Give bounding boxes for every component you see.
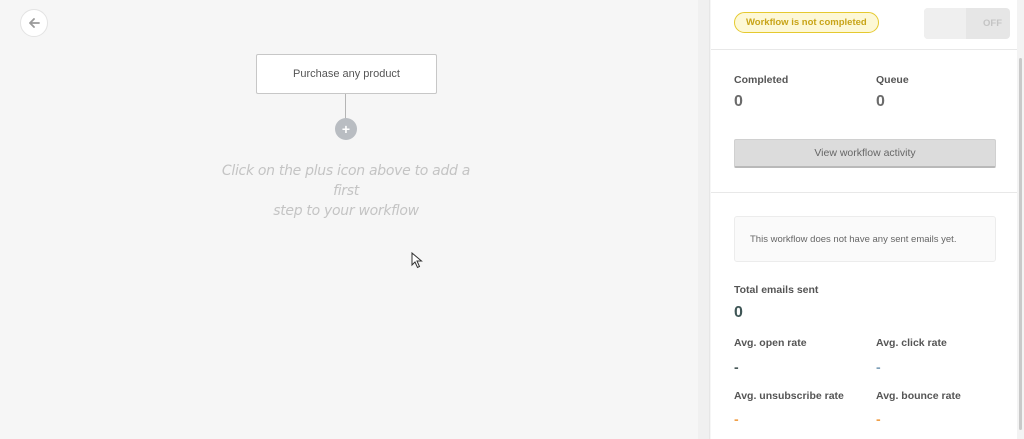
avg-bounce-rate-label: Avg. bounce rate xyxy=(876,390,961,402)
avg-unsubscribe-rate-label: Avg. unsubscribe rate xyxy=(734,390,844,402)
hint-line-1: Click on the plus icon above to add a fi… xyxy=(221,163,471,199)
queue-label: Queue xyxy=(876,74,909,86)
total-emails-sent-label: Total emails sent xyxy=(734,284,819,296)
back-button[interactable] xyxy=(20,9,48,37)
avg-bounce-rate-value: - xyxy=(876,411,881,427)
status-badge-label: Workflow is not completed xyxy=(746,17,867,28)
hint-line-2: step to your workflow xyxy=(273,203,419,219)
trigger-step-label: Purchase any product xyxy=(292,68,400,80)
avg-click-rate-label: Avg. click rate xyxy=(876,337,947,349)
panel-scrollbar-thumb[interactable] xyxy=(1019,58,1022,430)
completed-label: Completed xyxy=(734,74,789,86)
avg-open-rate-label: Avg. open rate xyxy=(734,337,807,349)
arrow-left-icon xyxy=(28,18,40,28)
avg-click-rate-value: - xyxy=(876,359,881,375)
empty-workflow-hint: Click on the plus icon above to add a fi… xyxy=(210,161,482,221)
toggle-label: OFF xyxy=(983,18,1002,29)
view-workflow-activity-label: View workflow activity xyxy=(814,147,916,159)
view-workflow-activity-button[interactable]: View workflow activity xyxy=(734,139,996,168)
mouse-cursor-icon xyxy=(411,252,423,269)
toggle-knob xyxy=(924,8,966,39)
status-badge: Workflow is not completed xyxy=(734,12,879,33)
completed-value: 0 xyxy=(734,93,743,110)
no-emails-notice-text: This workflow does not have any sent ema… xyxy=(750,233,957,245)
step-connector xyxy=(345,94,346,119)
plus-icon: + xyxy=(341,121,351,137)
panel-gutter xyxy=(698,0,710,439)
header-divider xyxy=(711,49,1017,50)
add-step-button[interactable]: + xyxy=(335,118,357,140)
trigger-step[interactable]: Purchase any product xyxy=(256,54,437,94)
workflow-canvas: Purchase any product + Click on the plus… xyxy=(0,0,698,439)
no-emails-notice: This workflow does not have any sent ema… xyxy=(734,216,996,262)
stats-divider xyxy=(711,192,1017,193)
avg-open-rate-value: - xyxy=(734,359,739,375)
workflow-toggle[interactable]: OFF xyxy=(924,8,1010,39)
workflow-stats-panel: Workflow is not completed OFF Completed … xyxy=(711,0,1017,439)
queue-value: 0 xyxy=(876,93,885,110)
total-emails-sent-value: 0 xyxy=(734,304,743,321)
avg-unsubscribe-rate-value: - xyxy=(734,411,739,427)
